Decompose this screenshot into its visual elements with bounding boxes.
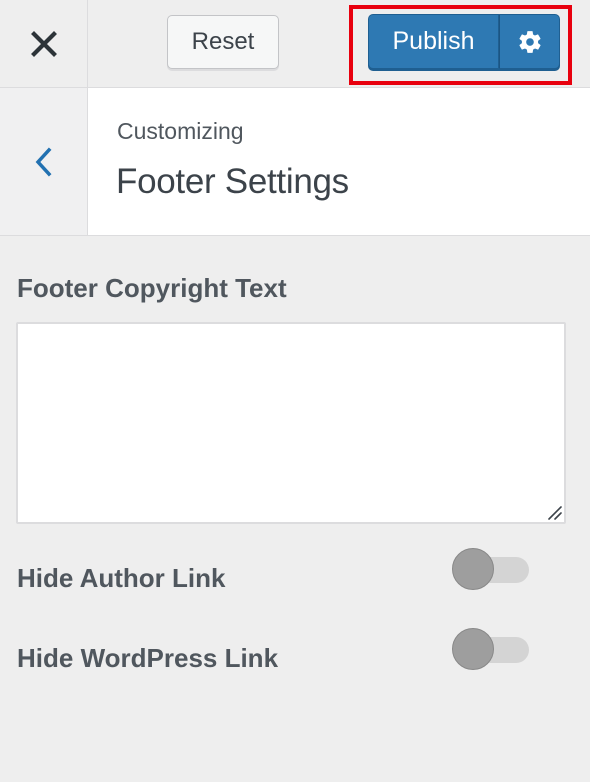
gear-icon [518,30,541,53]
section-title: Footer Settings [116,162,349,201]
hide-author-link-label: Hide Author Link [17,563,226,593]
footer-copyright-label: Footer Copyright Text [17,273,287,303]
resize-handle-icon[interactable] [545,503,563,521]
chevron-left-icon [35,147,51,176]
hide-wordpress-link-toggle[interactable] [451,628,531,672]
hide-wordpress-link-label: Hide WordPress Link [17,643,279,673]
back-button[interactable] [0,88,88,235]
footer-copyright-textarea[interactable] [16,322,566,524]
publish-button-group: Publish [368,14,560,69]
close-icon [30,30,57,57]
toggle-knob [452,628,494,670]
close-button[interactable] [0,0,88,87]
customizer-header: Reset Publish [0,0,590,88]
hide-author-link-toggle[interactable] [451,548,531,592]
reset-button[interactable]: Reset [167,15,279,69]
customizing-label: Customizing [117,118,244,144]
toggle-knob [452,548,494,590]
publish-settings-button[interactable] [499,14,560,69]
publish-button[interactable]: Publish [368,14,499,69]
